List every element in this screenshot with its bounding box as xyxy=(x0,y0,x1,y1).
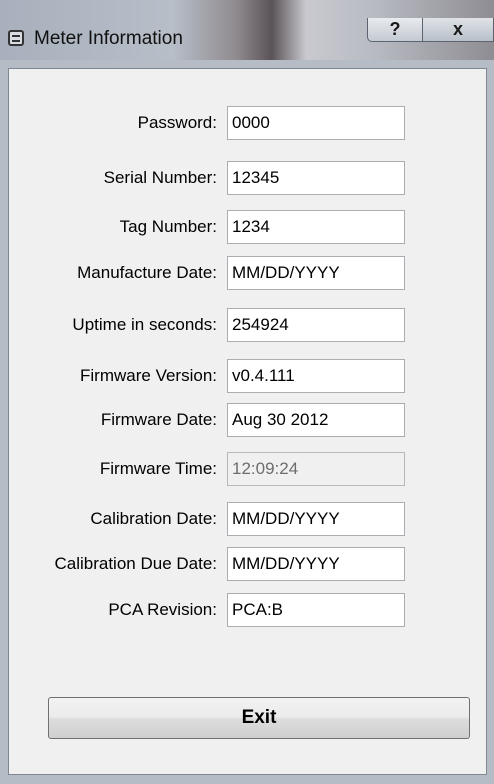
firmware-version-label: Firmware Version: xyxy=(80,366,217,385)
calibration-due-date-field[interactable]: MM/DD/YYYY xyxy=(227,547,405,581)
row-uptime-seconds: Uptime in seconds: 254924 xyxy=(9,308,488,342)
row-firmware-date: Firmware Date: Aug 30 2012 xyxy=(9,403,488,437)
window-title: Meter Information xyxy=(34,28,183,49)
row-pca-revision: PCA Revision: PCA:B xyxy=(9,593,488,627)
row-calibration-date: Calibration Date: MM/DD/YYYY xyxy=(9,502,488,536)
manufacture-date-label: Manufacture Date: xyxy=(77,263,217,282)
close-button[interactable]: x xyxy=(423,18,494,42)
firmware-date-label: Firmware Date: xyxy=(100,410,217,429)
firmware-time-label: Firmware Time: xyxy=(99,459,217,478)
row-password: Password: 0000 xyxy=(9,106,488,140)
row-firmware-version: Firmware Version: v0.4.111 xyxy=(9,359,488,393)
manufacture-date-field[interactable]: MM/DD/YYYY xyxy=(227,256,405,290)
firmware-time-field: 12:09:24 xyxy=(227,452,405,486)
window-frame: Password: 0000 Serial Number: 12345 Tag … xyxy=(0,60,494,784)
pca-revision-label: PCA Revision: xyxy=(108,600,217,619)
serial-number-field[interactable]: 12345 xyxy=(227,161,405,195)
window-menu-icon[interactable] xyxy=(8,30,24,46)
meter-information-window: Meter Information ? x Password: 0000 Ser… xyxy=(0,0,494,784)
uptime-seconds-field[interactable]: 254924 xyxy=(227,308,405,342)
firmware-version-field[interactable]: v0.4.111 xyxy=(227,359,405,393)
tag-number-label: Tag Number: xyxy=(119,217,217,236)
serial-number-label: Serial Number: xyxy=(103,168,217,187)
exit-button[interactable]: Exit xyxy=(48,697,470,739)
row-tag-number: Tag Number: 1234 xyxy=(9,210,488,244)
form-body: Password: 0000 Serial Number: 12345 Tag … xyxy=(8,68,487,775)
calibration-due-date-label: Calibration Due Date: xyxy=(54,554,217,573)
password-field[interactable]: 0000 xyxy=(227,106,405,140)
calibration-date-field[interactable]: MM/DD/YYYY xyxy=(227,502,405,536)
firmware-date-field[interactable]: Aug 30 2012 xyxy=(227,403,405,437)
pca-revision-field[interactable]: PCA:B xyxy=(227,593,405,627)
row-manufacture-date: Manufacture Date: MM/DD/YYYY xyxy=(9,256,488,290)
row-firmware-time: Firmware Time: 12:09:24 xyxy=(9,452,488,486)
row-calibration-due-date: Calibration Due Date: MM/DD/YYYY xyxy=(9,547,488,581)
title-bar[interactable]: Meter Information ? x xyxy=(0,0,494,61)
tag-number-field[interactable]: 1234 xyxy=(227,210,405,244)
uptime-seconds-label: Uptime in seconds: xyxy=(72,315,217,334)
help-button[interactable]: ? xyxy=(367,18,423,42)
calibration-date-label: Calibration Date: xyxy=(90,509,217,528)
password-label: Password: xyxy=(137,113,217,132)
row-serial-number: Serial Number: 12345 xyxy=(9,161,488,195)
